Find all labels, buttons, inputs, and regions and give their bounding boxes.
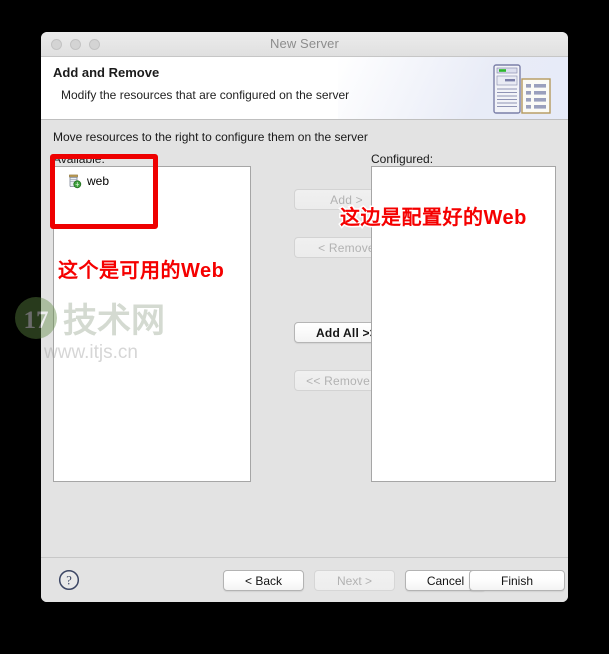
available-label: Available: (53, 152, 105, 166)
dialog-body: Move resources to the right to configure… (41, 120, 568, 557)
back-button[interactable]: < Back (223, 570, 304, 591)
new-server-dialog: New Server Add and Remove Modify the res… (41, 32, 568, 602)
instruction-text: Move resources to the right to configure… (53, 130, 368, 144)
server-and-document-icon (486, 61, 558, 117)
page-subtitle: Modify the resources that are configured… (61, 88, 350, 102)
screenshot-root: New Server Add and Remove Modify the res… (0, 0, 609, 654)
wizard-banner: Add and Remove Modify the resources that… (41, 57, 568, 120)
help-question-icon[interactable]: ? (58, 569, 80, 591)
configured-label: Configured: (371, 152, 434, 166)
available-list[interactable]: web (53, 166, 251, 482)
svg-text:?: ? (66, 574, 72, 588)
next-button[interactable]: Next > (314, 570, 395, 591)
window-title: New Server (270, 36, 339, 51)
available-annotation: 这个是可用的Web (56, 259, 225, 284)
list-item[interactable]: web (54, 167, 250, 189)
dialog-footer: ? < Back Next > Cancel Finish (41, 557, 568, 602)
list-item-label: web (87, 174, 110, 188)
web-module-icon (66, 173, 82, 189)
finish-button[interactable]: Finish (469, 570, 565, 591)
configured-annotation: 这边是配置好的Web (339, 206, 528, 231)
page-title: Add and Remove (53, 65, 160, 80)
window-titlebar[interactable]: New Server (41, 32, 568, 57)
